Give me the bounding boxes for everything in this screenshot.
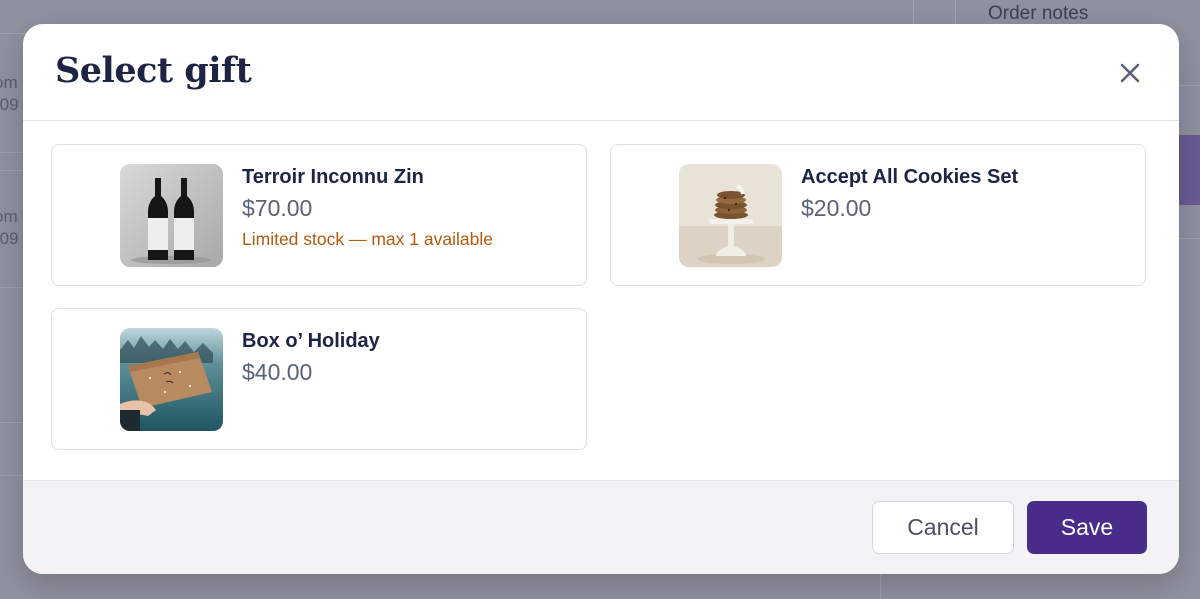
gift-option-terroir-inconnu-zin[interactable]: Terroir Inconnu Zin $70.00 Limited stock…	[51, 144, 587, 286]
divider	[1178, 238, 1200, 239]
close-button[interactable]	[1117, 60, 1143, 86]
gift-name: Accept All Cookies Set	[801, 166, 1019, 188]
divider	[1178, 85, 1200, 86]
background-text: om	[0, 73, 18, 92]
gift-price: $40.00	[242, 359, 313, 385]
gift-name: Box o’ Holiday	[242, 330, 380, 352]
gift-option-box-o-holiday[interactable]: Box o’ Holiday $40.00	[51, 308, 587, 450]
modal-footer: Cancel Save	[23, 480, 1179, 574]
gift-image-cookie-stand	[679, 164, 782, 267]
gift-price: $70.00	[242, 195, 313, 221]
order-notes-label: Order notes	[988, 3, 1089, 24]
gift-price: $20.00	[801, 195, 872, 221]
gift-name: Terroir Inconnu Zin	[242, 166, 424, 188]
modal-title: Select gift	[55, 50, 252, 91]
divider	[880, 572, 881, 599]
background-text: -09	[0, 95, 19, 114]
close-icon	[1120, 63, 1140, 83]
background-text: om	[0, 207, 18, 226]
gift-list: Terroir Inconnu Zin $70.00 Limited stock…	[23, 121, 1179, 481]
cancel-button[interactable]: Cancel	[872, 501, 1014, 554]
background-button	[1178, 135, 1200, 205]
background-text: -09	[0, 229, 19, 248]
gift-image-holiday-box	[120, 328, 223, 431]
save-button[interactable]: Save	[1027, 501, 1147, 554]
modal-header: Select gift	[23, 24, 1179, 121]
gift-option-accept-all-cookies-set[interactable]: Accept All Cookies Set $20.00	[610, 144, 1146, 286]
stock-warning: Limited stock — max 1 available	[242, 229, 493, 249]
select-gift-modal: Select gift Terroir Inconnu Zin $70.00 L…	[23, 24, 1179, 574]
gift-image-wine-bottles	[120, 164, 223, 267]
